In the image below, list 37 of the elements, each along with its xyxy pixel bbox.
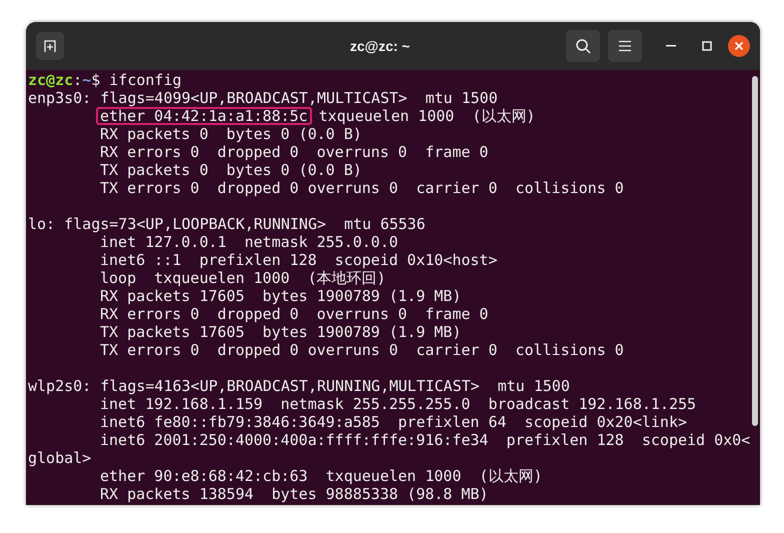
- terminal-text: TX packets 17605 bytes 1900789 (1.9 MB): [100, 323, 462, 341]
- terminal-text: inet6 fe80::fb79:3846:3649:a585 prefixlen 64 scopeid 0x20<link>: [100, 413, 687, 431]
- terminal-text: inet 192.168.1.159 netmask 255.255.255.0 broadcast 192.168.1.255: [100, 395, 696, 413]
- terminal-text: TX errors 0 dropped 0 overruns 0 carrier 0 collisions 0: [100, 341, 624, 359]
- search-icon: [575, 38, 591, 54]
- new-tab-icon: [43, 39, 57, 53]
- menu-button[interactable]: [608, 30, 642, 62]
- terminal-text: wlp2s0: flags=4163<UP,BROADCAST,RUNNING,MULTICAST> mtu 1500: [28, 377, 570, 395]
- terminal-text: ether 90:e8:68:42:cb:63 txqueuelen 1000 (以太网): [100, 467, 542, 485]
- prompt-separator: :: [73, 71, 82, 89]
- window-title: zc@zc: ~: [350, 36, 410, 56]
- close-icon: [734, 41, 744, 51]
- terminal-text: lo: flags=73<UP,LOOPBACK,RUNNING> mtu 65536: [28, 215, 426, 233]
- highlight-frame: ether 04:42:1a:a1:88:5c: [96, 107, 312, 125]
- close-button[interactable]: [728, 35, 750, 57]
- terminal-text: RX errors 0 dropped 0 overruns 0 frame 0: [100, 305, 488, 323]
- terminal-text: RX packets 0 bytes 0 (0.0 B): [100, 125, 362, 143]
- terminal-text: inet 127.0.0.1 netmask 255.0.0.0: [100, 233, 398, 251]
- prompt-user: zc@zc: [28, 71, 74, 89]
- maximize-icon: [702, 41, 712, 51]
- prompt-path: ~: [82, 71, 92, 89]
- terminal-text: RX errors 0 dropped 0 overruns 0 frame 0: [100, 143, 488, 161]
- terminal-text: txqueuelen 1000 (以太网): [318, 107, 536, 125]
- menu-icon: [618, 40, 632, 52]
- terminal-text: RX packets 17605 bytes 1900789 (1.9 MB): [100, 287, 462, 305]
- terminal-text: enp3s0: flags=4099<UP,BROADCAST,MULTICAST> mtu 1500: [28, 89, 498, 107]
- new-tab-button[interactable]: [36, 32, 64, 60]
- terminal-text: loop txqueuelen 1000 (本地环回): [100, 269, 386, 287]
- terminal-text: TX packets 0 bytes 0 (0.0 B): [100, 161, 362, 179]
- terminal-text: inet6 2001:250:4000:400a:ffff:fffe:916:fe34 prefixlen 128 scopeid 0x0<: [100, 431, 750, 449]
- terminal-text: inet6 ::1 prefixlen 128 scopeid 0x10<host>: [100, 251, 498, 269]
- search-button[interactable]: [566, 30, 600, 62]
- minimize-icon: [666, 45, 676, 47]
- terminal-command: $ ifconfig: [91, 71, 182, 89]
- terminal-text: RX packets 138594 bytes 98885338 (98.8 MB): [100, 485, 488, 503]
- terminal-text: global>: [28, 449, 92, 467]
- terminal-text: TX errors 0 dropped 0 overruns 0 carrier 0 collisions 0: [100, 179, 624, 197]
